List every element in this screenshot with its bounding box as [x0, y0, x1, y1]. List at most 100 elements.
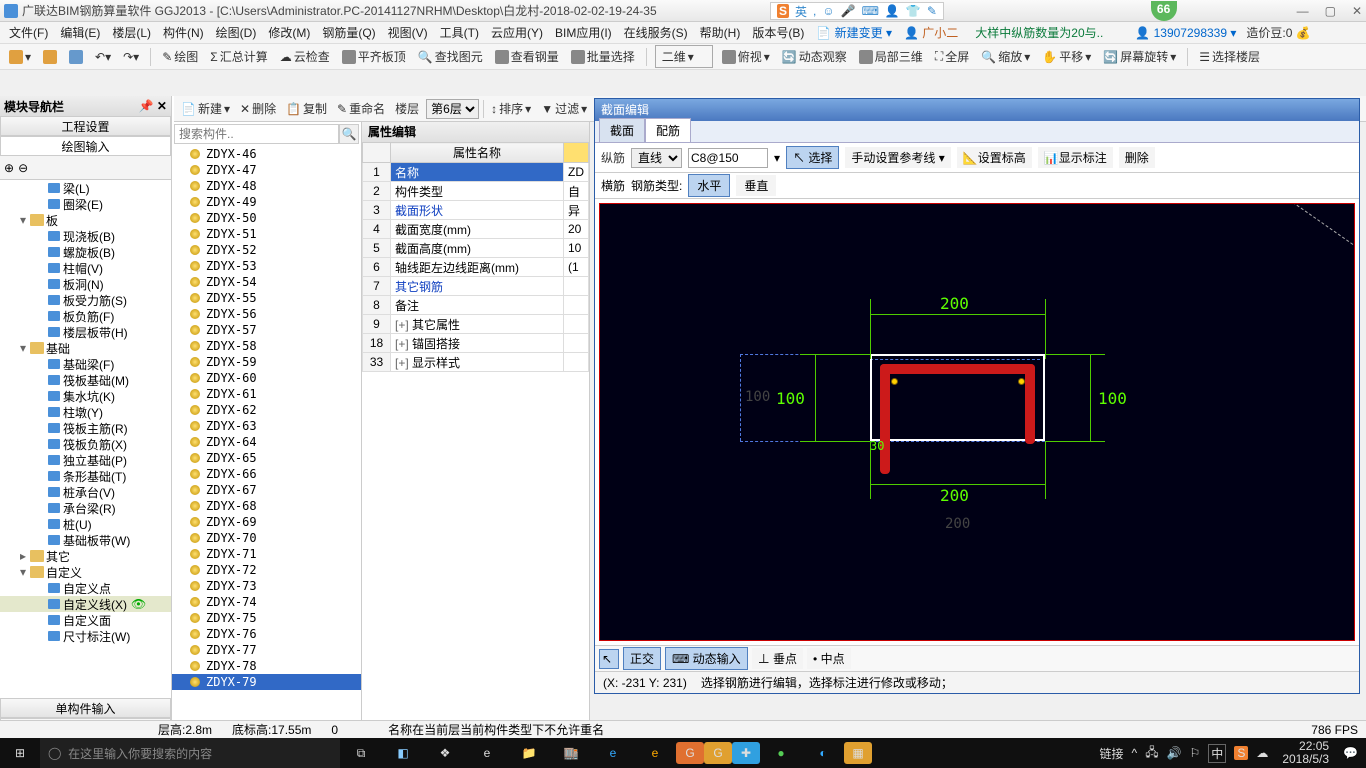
taskbar-app-icon[interactable]: G [676, 742, 704, 764]
find-element-button[interactable]: 🔍查找图元 [415, 47, 486, 66]
ime-icon[interactable]: 🎤 [841, 4, 856, 18]
list-item[interactable]: ZDYX-62 [172, 402, 361, 418]
redo-button[interactable]: ↷▾ [120, 49, 142, 65]
select-button[interactable]: ↖ 选择 [786, 146, 839, 169]
list-item[interactable]: ZDYX-53 [172, 258, 361, 274]
show-dim-button[interactable]: 📊显示标注 [1038, 147, 1113, 168]
list-item[interactable]: ZDYX-55 [172, 290, 361, 306]
menu-bim[interactable]: BIM应用(I) [550, 22, 617, 43]
tree-node[interactable]: 基础板带(W) [0, 532, 171, 548]
list-item[interactable]: ZDYX-78 [172, 658, 361, 674]
zoom-button[interactable]: 🔍缩放▾ [978, 47, 1033, 66]
pin-icon[interactable]: 📌 ✕ [139, 99, 167, 113]
property-row[interactable]: 4截面宽度(mm)20 [363, 220, 589, 239]
taskbar-app-icon[interactable]: e [592, 738, 634, 768]
tray-icon[interactable]: ⚐ [1190, 746, 1201, 760]
tree-node[interactable]: ▾基础 [0, 340, 171, 356]
component-list[interactable]: ZDYX-46ZDYX-47ZDYX-48ZDYX-49ZDYX-50ZDYX-… [172, 146, 361, 738]
open-button[interactable] [40, 49, 60, 65]
list-item[interactable]: ZDYX-49 [172, 194, 361, 210]
property-row[interactable]: 6轴线距左边线距离(mm)(1 [363, 258, 589, 277]
tree-node[interactable]: 尺寸标注(W) [0, 628, 171, 644]
list-item[interactable]: ZDYX-60 [172, 370, 361, 386]
draw-button[interactable]: ✎绘图 [159, 47, 201, 66]
2d-select[interactable]: 二维 ▾ [655, 45, 713, 68]
list-item[interactable]: ZDYX-58 [172, 338, 361, 354]
tree-node[interactable]: 承台梁(R) [0, 500, 171, 516]
taskbar-app-icon[interactable]: e [634, 738, 676, 768]
list-item[interactable]: ZDYX-64 [172, 434, 361, 450]
tree-node[interactable]: 桩承台(V) [0, 484, 171, 500]
batch-select-button[interactable]: 批量选择 [568, 47, 638, 66]
property-row[interactable]: 9[+] 其它属性 [363, 315, 589, 334]
save-button[interactable] [66, 49, 86, 65]
list-item[interactable]: ZDYX-76 [172, 626, 361, 642]
property-row[interactable]: 1名称ZD [363, 163, 589, 182]
menu-cloud[interactable]: 云应用(Y) [486, 22, 548, 43]
taskbar-app-icon[interactable]: ◧ [382, 738, 424, 768]
tab-section[interactable]: 截面 [599, 118, 645, 142]
rotate-button[interactable]: 🔄屏幕旋转▾ [1100, 47, 1179, 66]
manual-ref-button[interactable]: 手动设置参考线 ▾ [845, 147, 950, 168]
property-row[interactable]: 5截面高度(mm)10 [363, 239, 589, 258]
list-item[interactable]: ZDYX-51 [172, 226, 361, 242]
set-elevation-button[interactable]: 📐设置标高 [957, 147, 1032, 168]
tray-link[interactable]: 链接 [1100, 745, 1124, 762]
dim-right[interactable]: 100 [1098, 389, 1127, 408]
property-row[interactable]: 7其它钢筋 [363, 277, 589, 296]
sort-button[interactable]: ↕排序▾ [488, 99, 534, 118]
tree-node[interactable]: 自定义面 [0, 612, 171, 628]
list-item[interactable]: ZDYX-73 [172, 578, 361, 594]
tree-node[interactable]: 圈梁(E) [0, 196, 171, 212]
task-view-icon[interactable]: ⧉ [340, 738, 382, 768]
nav-tree[interactable]: 梁(L)圈梁(E)▾板现浇板(B)螺旋板(B)柱帽(V)板洞(N)板受力筋(S)… [0, 180, 171, 698]
fullscreen-button[interactable]: ⛶全屏 [932, 47, 972, 66]
list-item[interactable]: ZDYX-69 [172, 514, 361, 530]
tree-node[interactable]: 板受力筋(S) [0, 292, 171, 308]
dynamic-view-button[interactable]: 🔄动态观察 [779, 47, 850, 66]
list-item[interactable]: ZDYX-77 [172, 642, 361, 658]
new-file-button[interactable]: ▾ [6, 49, 34, 65]
tree-node[interactable]: 筏板负筋(X) [0, 436, 171, 452]
tree-node[interactable]: 基础梁(F) [0, 356, 171, 372]
tray-ime[interactable]: 中 [1208, 744, 1226, 763]
tree-node[interactable]: 集水坑(K) [0, 388, 171, 404]
rebar-left[interactable] [880, 364, 890, 474]
tray-icon[interactable]: ^ [1132, 746, 1138, 760]
cursor-mode-icon[interactable]: ↖ [599, 649, 619, 669]
pan-button[interactable]: ✋平移▾ [1039, 47, 1094, 66]
ime-icon[interactable]: , [813, 4, 816, 18]
menu-tools[interactable]: 工具(T) [435, 22, 484, 43]
rebar-node[interactable] [1018, 378, 1025, 385]
taskbar-app-icon[interactable]: ✚ [732, 742, 760, 764]
ime-icon[interactable]: 👕 [906, 4, 921, 18]
taskbar-search[interactable]: ◯ 在这里输入你要搜索的内容 [40, 738, 340, 768]
menu-modify[interactable]: 修改(M) [263, 22, 315, 43]
filter-button[interactable]: ▼过滤▾ [538, 99, 590, 118]
tree-node[interactable]: 筏板主筋(R) [0, 420, 171, 436]
tab-single-input[interactable]: 单构件输入 [0, 698, 171, 718]
tray-icon[interactable]: ☁ [1256, 746, 1268, 760]
ime-icon[interactable]: ☺ [822, 4, 834, 18]
menu-floor[interactable]: 楼层(L) [107, 22, 156, 43]
menu-draw[interactable]: 绘图(D) [211, 22, 262, 43]
tray-icon[interactable]: S [1234, 746, 1248, 760]
collapse-icon[interactable]: ⊖ [18, 161, 28, 175]
rebar-top[interactable] [880, 364, 1035, 374]
property-row[interactable]: 3截面形状异 [363, 201, 589, 220]
menu-version[interactable]: 版本号(B) [747, 22, 809, 43]
taskbar-app-icon[interactable]: ❖ [424, 738, 466, 768]
rebar-node[interactable] [891, 378, 898, 385]
new-change-button[interactable]: 📄 新建变更 ▾ [811, 22, 897, 43]
list-item[interactable]: ZDYX-68 [172, 498, 361, 514]
copy-button[interactable]: 📋复制 [283, 99, 330, 118]
menu-edit[interactable]: 编辑(E) [55, 22, 105, 43]
list-item[interactable]: ZDYX-57 [172, 322, 361, 338]
tree-node[interactable]: 柱帽(V) [0, 260, 171, 276]
tray-icon[interactable]: 🔊 [1167, 746, 1182, 760]
rebar-spec-input[interactable] [688, 148, 768, 168]
user-id[interactable]: 👤 13907298339 ▾ [1135, 26, 1236, 40]
tree-node[interactable]: 自定义线(X)👁 [0, 596, 171, 612]
tree-node[interactable]: 条形基础(T) [0, 468, 171, 484]
ime-icon[interactable]: 👤 [885, 4, 900, 18]
